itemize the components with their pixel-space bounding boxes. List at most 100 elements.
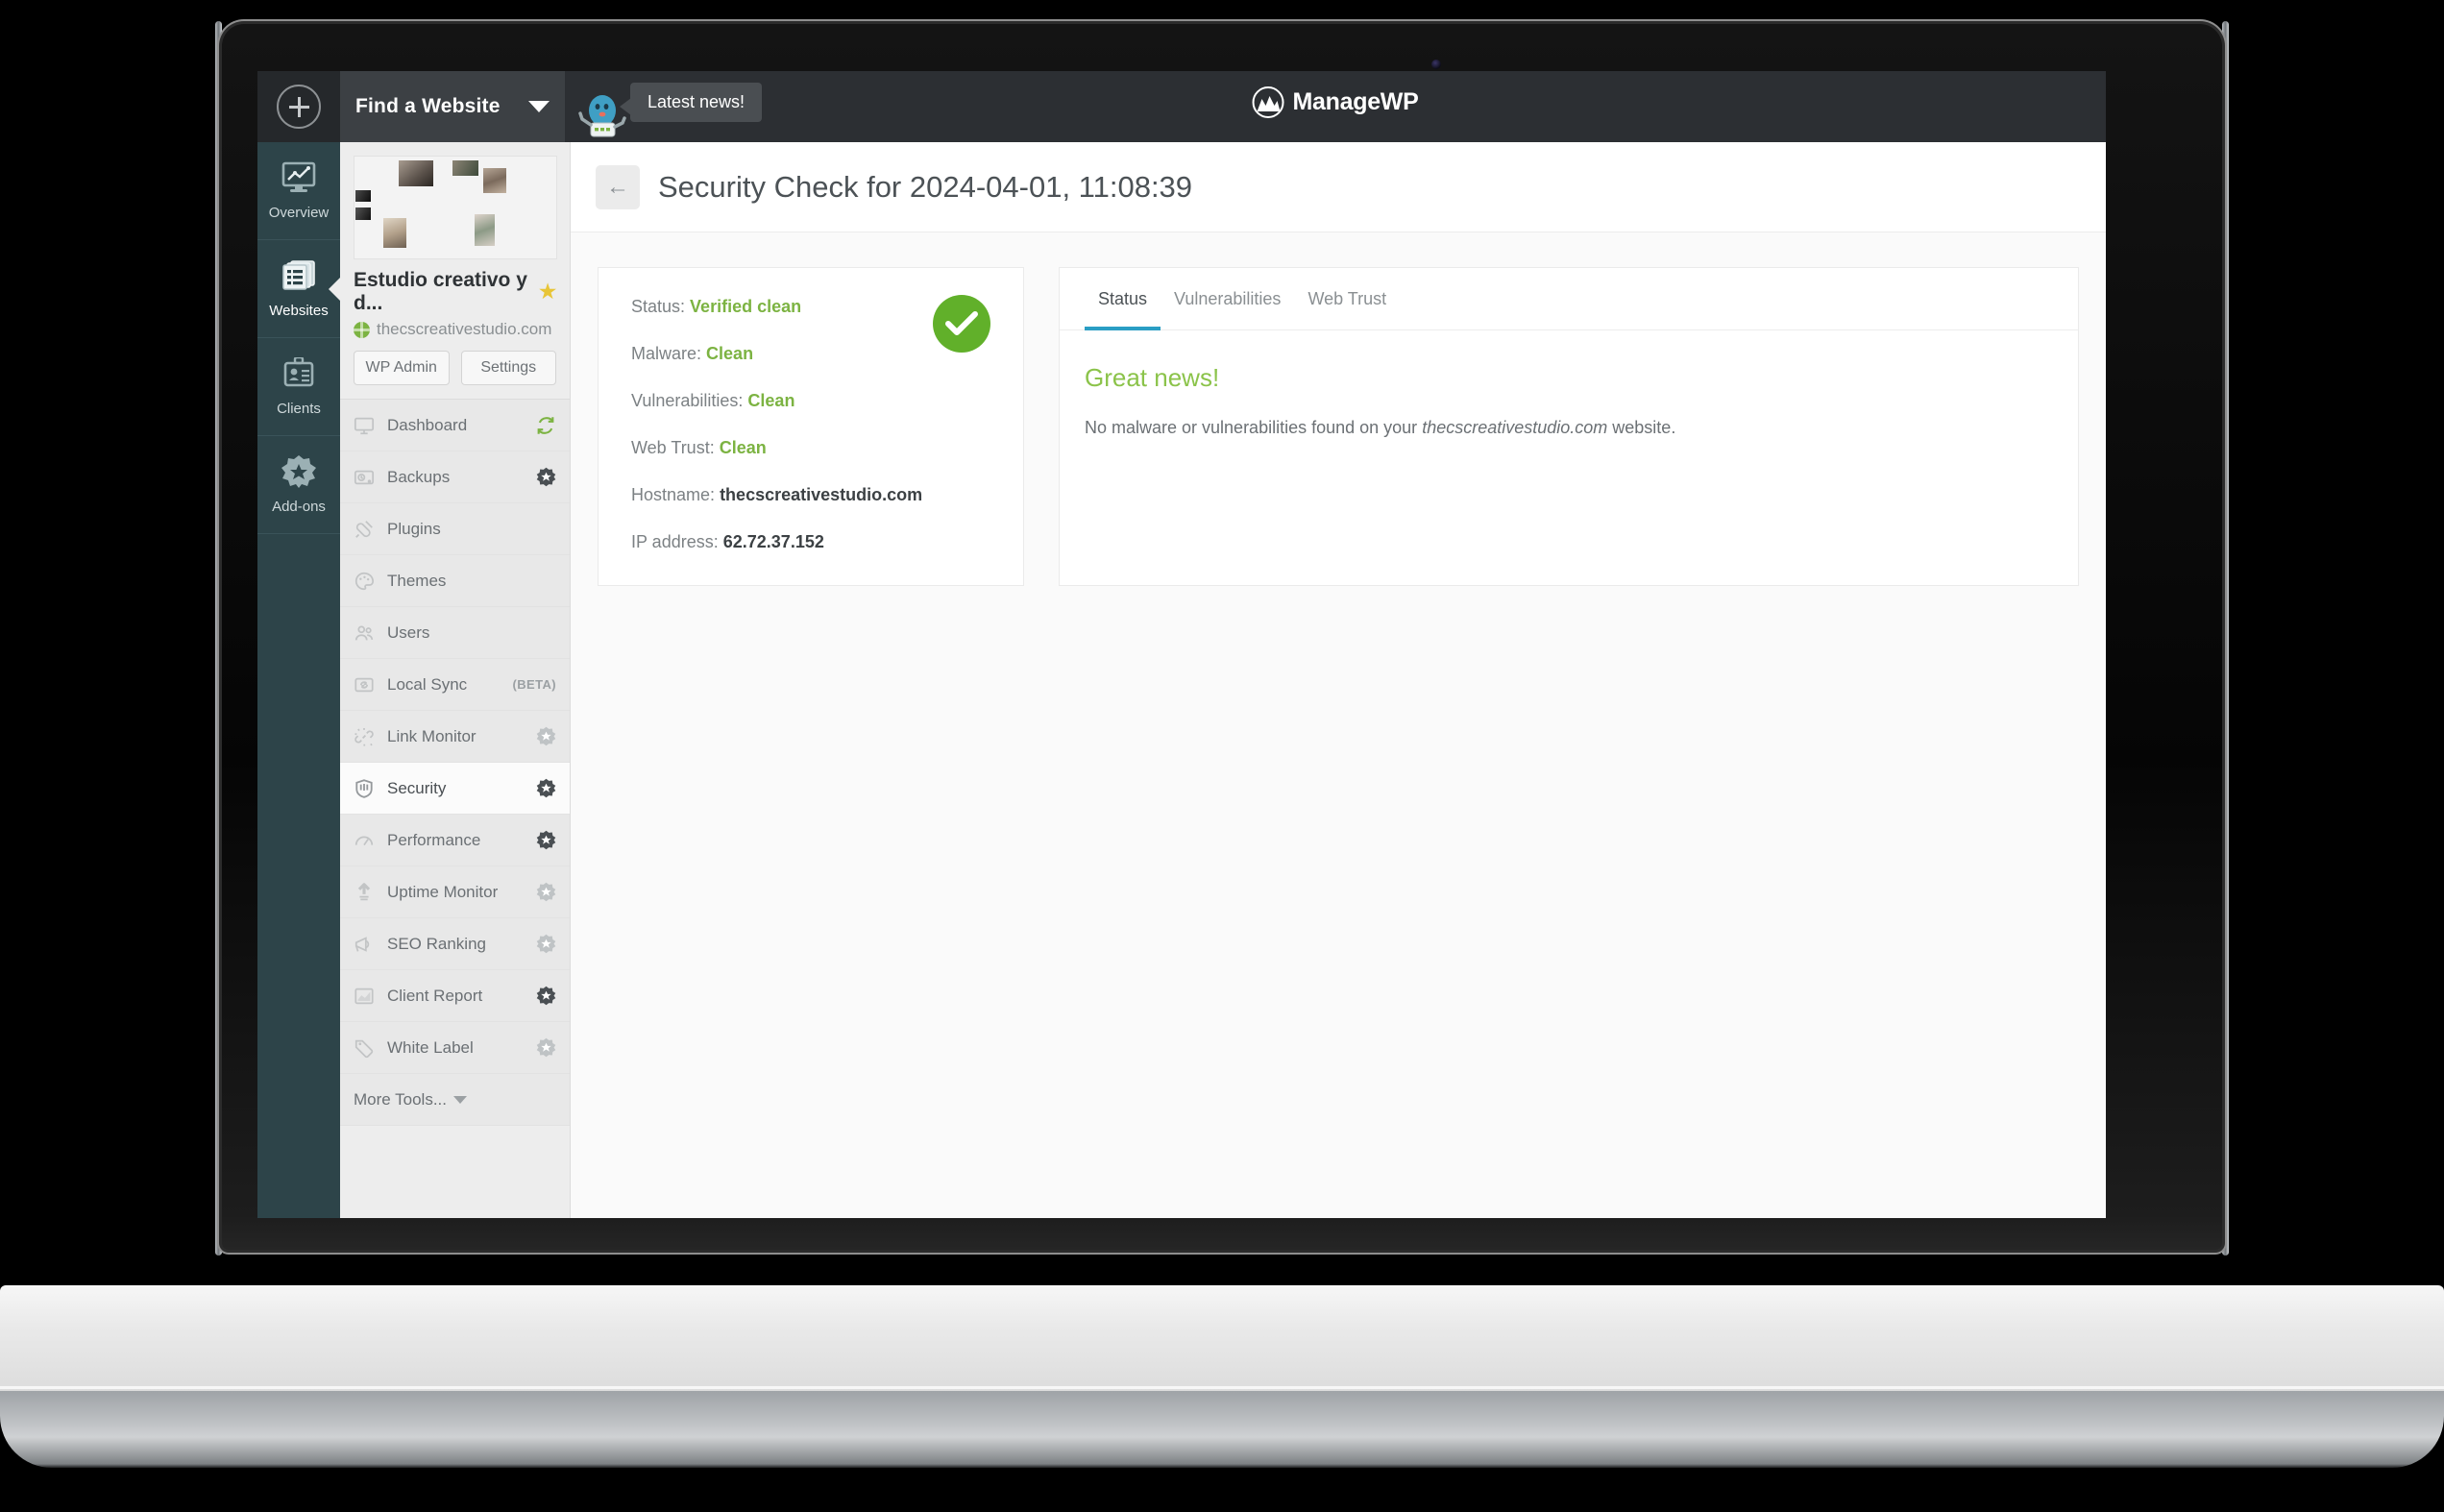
more-tools-button[interactable]: More Tools...: [340, 1074, 570, 1126]
status-row: Malware: Clean: [631, 344, 990, 364]
status-row-label: Hostname:: [631, 485, 716, 504]
site-url: thecscreativestudio.com: [377, 320, 552, 338]
star-icon[interactable]: ★: [539, 282, 556, 302]
shield-icon: [354, 778, 375, 799]
status-row-label: IP address:: [631, 532, 719, 551]
find-a-website-label: Find a Website: [355, 95, 501, 117]
panel-message: No malware or vulnerabilities found on y…: [1085, 418, 2053, 438]
megaphone-icon: [354, 934, 375, 955]
gear-icon[interactable]: [536, 830, 556, 850]
sidebar-item-dashboard[interactable]: Dashboard: [340, 400, 570, 451]
site-thumbnail: [354, 156, 557, 259]
panel-message-domain: thecscreativestudio.com: [1422, 418, 1608, 437]
sidebar-item-users[interactable]: Users: [340, 607, 570, 659]
gear-icon[interactable]: [536, 934, 556, 954]
panel-message-prefix: No malware or vulnerabilities found on y…: [1085, 418, 1423, 437]
gear-icon[interactable]: [536, 467, 556, 487]
tab-status[interactable]: Status: [1085, 268, 1161, 330]
sidebar-item-security[interactable]: Security: [340, 763, 570, 815]
sidebar-item-label: Dashboard: [387, 415, 468, 434]
sidebar-item-uptime-monitor[interactable]: Uptime Monitor: [340, 866, 570, 918]
chevron-down-icon: [528, 101, 550, 112]
webcam-icon: [1431, 60, 1441, 69]
laptop-mockup: Find a Website Latest news! ManageWP Ove…: [0, 0, 2444, 1512]
sidebar-item-label: Themes: [387, 571, 447, 590]
sidebar-item-backups[interactable]: Backups: [340, 451, 570, 503]
laptop-base-top: [0, 1285, 2444, 1393]
status-row-label: Malware:: [631, 344, 702, 363]
status-row: Hostname: thecscreativestudio.com: [631, 485, 990, 505]
wp-admin-button[interactable]: WP Admin: [354, 351, 450, 385]
laptop-base-highlight: [0, 1386, 2444, 1389]
monitor-icon: [354, 415, 375, 436]
broken-link-icon: [354, 726, 375, 747]
sidebar-item-themes[interactable]: Themes: [340, 555, 570, 607]
rail-item-clients[interactable]: Clients: [257, 338, 340, 436]
find-a-website-dropdown[interactable]: Find a Website: [340, 71, 565, 142]
status-row-value: Clean: [706, 344, 754, 363]
site-menu: Dashboard Backups Plugins Themes Users Local …: [340, 399, 570, 1074]
sidebar-item-white-label[interactable]: White Label: [340, 1022, 570, 1074]
main-content: ← Security Check for 2024-04-01, 11:08:3…: [571, 142, 2106, 1218]
panel-heading: Great news!: [1085, 363, 1220, 392]
sidebar-item-label: Link Monitor: [387, 726, 477, 745]
sidebar-item-plugins[interactable]: Plugins: [340, 503, 570, 555]
tab-vulnerabilities[interactable]: Vulnerabilities: [1161, 268, 1294, 330]
status-row: Web Trust: Clean: [631, 438, 990, 458]
gear-icon[interactable]: [536, 726, 556, 746]
tab-web-trust[interactable]: Web Trust: [1294, 268, 1400, 330]
rail-item-overview[interactable]: Overview: [257, 142, 340, 240]
sidebar-item-seo-ranking[interactable]: SEO Ranking: [340, 918, 570, 970]
monitor-chart-icon: [281, 161, 317, 199]
panel-message-suffix: website.: [1607, 418, 1676, 437]
details-panel: Status Vulnerabilities Web Trust Great new…: [1059, 267, 2079, 586]
status-row-value: thecscreativestudio.com: [720, 485, 923, 504]
site-header: Estudio creativo y d... ★ thecscreatives…: [340, 259, 570, 399]
beta-badge: (BETA): [512, 677, 556, 692]
settings-button[interactable]: Settings: [460, 351, 556, 385]
gear-icon[interactable]: [536, 778, 556, 798]
sidebar-item-label: Plugins: [387, 519, 441, 538]
sidebar-item-local-sync[interactable]: Local Sync (BETA): [340, 659, 570, 711]
sidebar-item-link-monitor[interactable]: Link Monitor: [340, 711, 570, 763]
site-action-buttons: WP Admin Settings: [354, 351, 556, 385]
status-row-value: Clean: [747, 391, 795, 410]
latest-news-tooltip[interactable]: Latest news!: [619, 83, 763, 122]
star-burst-icon: [281, 454, 317, 493]
upload-arrow-icon: [354, 882, 375, 903]
status-row-value: 62.72.37.152: [722, 532, 824, 551]
managewp-mark-icon: [1252, 86, 1284, 118]
site-url-row: thecscreativestudio.com: [354, 320, 556, 339]
thumb-photo: [383, 218, 406, 248]
status-row-label: Status:: [631, 297, 686, 316]
add-website-button[interactable]: [257, 71, 340, 142]
status-row: Vulnerabilities: Clean: [631, 391, 990, 411]
refresh-icon[interactable]: [535, 415, 556, 436]
page-title: Security Check for 2024-04-01, 11:08:39: [658, 169, 1193, 204]
screen: Find a Website Latest news! ManageWP Ove…: [257, 71, 2106, 1218]
rail-item-websites[interactable]: Websites: [257, 240, 340, 338]
content-row: Status: Verified clean Malware: Clean Vuln…: [571, 232, 2106, 586]
back-button[interactable]: ←: [596, 164, 640, 209]
sync-folder-icon: [354, 674, 375, 695]
check-circle-icon: [933, 295, 990, 353]
rail-label-clients: Clients: [277, 400, 321, 417]
site-title-row: Estudio creativo y d... ★: [354, 269, 556, 315]
thumb-photo: [355, 190, 371, 202]
laptop-base-bottom: [0, 1391, 2444, 1468]
website-sidebar: Estudio creativo y d... ★ thecscreatives…: [340, 142, 571, 1218]
sidebar-item-client-report[interactable]: Client Report: [340, 970, 570, 1022]
plug-icon: [354, 519, 375, 540]
sidebar-item-performance[interactable]: Performance: [340, 815, 570, 866]
status-row: IP address: 62.72.37.152: [631, 532, 990, 552]
gear-icon[interactable]: [536, 882, 556, 902]
status-row-value: Clean: [719, 438, 767, 457]
users-icon: [354, 622, 375, 644]
gear-icon[interactable]: [536, 1037, 556, 1058]
gear-icon[interactable]: [536, 986, 556, 1006]
status-row-label: Vulnerabilities:: [631, 391, 744, 410]
site-thumbnail-wrapper[interactable]: [340, 142, 570, 259]
top-bar: Find a Website Latest news! ManageWP: [257, 71, 2106, 142]
sidebar-item-label: White Label: [387, 1037, 474, 1057]
rail-item-addons[interactable]: Add-ons: [257, 436, 340, 534]
